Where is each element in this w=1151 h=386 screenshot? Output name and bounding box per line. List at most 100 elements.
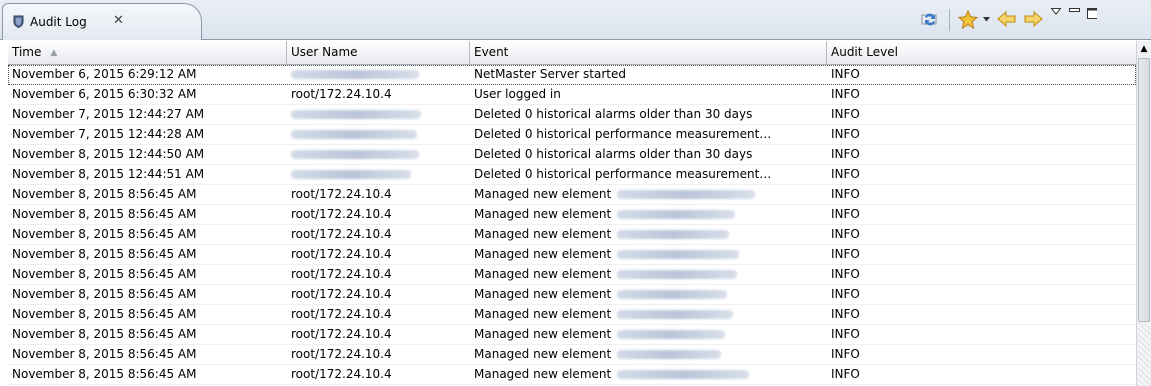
audit-level-cell: INFO (827, 345, 1136, 365)
redacted-user-name (291, 170, 411, 179)
time-cell-text: November 7, 2015 12:44:28 AM (12, 127, 205, 141)
forward-arrow-icon[interactable] (1021, 6, 1045, 32)
column-header-audit-level[interactable]: Audit Level (827, 41, 1136, 64)
table-row[interactable]: November 8, 2015 8:56:45 AM root/172.24.1… (8, 365, 1136, 385)
redacted-element-name (617, 230, 730, 239)
user-name-cell: root/172.24.10.4 (287, 185, 470, 205)
redacted-element-name (617, 190, 756, 199)
event-cell-text: User logged in (474, 87, 561, 101)
redacted-element-name (617, 210, 736, 219)
event-cell-text: Deleted 0 historical alarms older than 3… (474, 107, 753, 121)
time-cell-text: November 8, 2015 8:56:45 AM (12, 227, 197, 241)
table-row[interactable]: November 8, 2015 8:56:45 AM root/172.24.1… (8, 345, 1136, 365)
audit-level-cell: INFO (827, 125, 1136, 145)
table-row[interactable]: November 8, 2015 8:56:45 AM root/172.24.1… (8, 285, 1136, 305)
event-cell: Deleted 0 historical performance measure… (470, 165, 827, 185)
user-name-cell-text: root/172.24.10.4 (291, 347, 392, 361)
audit-level-cell-text: INFO (831, 307, 860, 321)
favorite-star-icon[interactable] (957, 6, 979, 32)
maximize-icon[interactable] (1083, 6, 1097, 34)
user-name-cell (287, 105, 470, 125)
vertical-scrollbar[interactable]: ▲ (1136, 41, 1151, 386)
time-cell-text: November 6, 2015 6:29:12 AM (12, 67, 197, 81)
audit-level-cell: INFO (827, 105, 1136, 125)
user-name-cell-text: root/172.24.10.4 (291, 267, 392, 281)
time-cell-text: November 8, 2015 8:56:45 AM (12, 207, 197, 221)
time-cell: November 8, 2015 8:56:45 AM (8, 245, 287, 265)
user-name-cell-text: root/172.24.10.4 (291, 247, 392, 261)
time-cell-text: November 8, 2015 12:44:50 AM (12, 147, 205, 161)
user-name-cell: root/172.24.10.4 (287, 245, 470, 265)
back-arrow-icon[interactable] (995, 6, 1019, 32)
audit-level-cell-text: INFO (831, 267, 860, 281)
audit-level-cell: INFO (827, 85, 1136, 105)
event-cell-text: Managed new element (474, 287, 612, 301)
table-row[interactable]: November 6, 2015 6:30:32 AM root/172.24.1… (8, 85, 1136, 105)
audit-level-cell-text: INFO (831, 107, 860, 121)
sort-ascending-icon: ▲ (50, 48, 58, 58)
time-cell-text: November 8, 2015 8:56:45 AM (12, 187, 197, 201)
table-row[interactable]: November 8, 2015 8:56:45 AM root/172.24.1… (8, 305, 1136, 325)
time-cell: November 8, 2015 8:56:45 AM (8, 305, 287, 325)
column-header-user-name[interactable]: User Name (287, 41, 470, 64)
event-cell-text: Managed new element (474, 367, 612, 381)
table-row[interactable]: November 8, 2015 8:56:45 AM root/172.24.1… (8, 265, 1136, 285)
audit-level-cell: INFO (827, 205, 1136, 225)
table-row[interactable]: November 8, 2015 8:56:45 AM root/172.24.1… (8, 225, 1136, 245)
time-cell-text: November 8, 2015 8:56:45 AM (12, 287, 197, 301)
column-header-time[interactable]: Time ▲ (8, 41, 287, 64)
redacted-element-name (617, 290, 728, 299)
event-cell-text: Managed new element (474, 307, 612, 321)
event-cell: Managed new element (470, 265, 827, 285)
column-header-event[interactable]: Event (470, 41, 827, 64)
redacted-user-name (291, 70, 419, 79)
audit-level-cell-text: INFO (831, 227, 860, 241)
scrollbar-thumb[interactable] (1138, 58, 1150, 322)
time-cell: November 8, 2015 8:56:45 AM (8, 325, 287, 345)
table-row[interactable]: November 8, 2015 12:44:50 AM Deleted 0 hi… (8, 145, 1136, 165)
event-cell: Managed new element (470, 325, 827, 345)
event-cell-text: Managed new element (474, 267, 612, 281)
audit-level-cell: INFO (827, 165, 1136, 185)
view-menu-icon[interactable] (1047, 6, 1065, 34)
event-cell-text: Managed new element (474, 347, 612, 361)
event-cell: Managed new element (470, 185, 827, 205)
audit-level-cell: INFO (827, 305, 1136, 325)
tab-audit-log[interactable]: Audit Log ✕ (2, 3, 202, 40)
audit-level-cell: INFO (827, 325, 1136, 345)
time-cell: November 8, 2015 8:56:45 AM (8, 345, 287, 365)
user-name-cell-text: root/172.24.10.4 (291, 327, 392, 341)
redacted-user-name (291, 110, 421, 119)
scrollbar-track[interactable] (1138, 323, 1150, 386)
redacted-user-name (291, 130, 417, 139)
refresh-icon[interactable] (919, 6, 941, 32)
audit-level-cell-text: INFO (831, 167, 860, 181)
event-cell: Managed new element (470, 245, 827, 265)
table-row[interactable]: November 6, 2015 6:29:12 AM NetMaster Ser… (8, 65, 1136, 85)
dropdown-triangle-icon[interactable] (981, 6, 991, 32)
event-cell-text: Managed new element (474, 227, 612, 241)
user-name-cell: root/172.24.10.4 (287, 345, 470, 365)
table-row[interactable]: November 8, 2015 8:56:45 AM root/172.24.1… (8, 185, 1136, 205)
table-row[interactable]: November 8, 2015 8:56:45 AM root/172.24.1… (8, 325, 1136, 345)
table-row[interactable]: November 7, 2015 12:44:28 AM Deleted 0 hi… (8, 125, 1136, 145)
user-name-cell-text: root/172.24.10.4 (291, 187, 392, 201)
user-name-cell: root/172.24.10.4 (287, 285, 470, 305)
table-row[interactable]: November 7, 2015 12:44:27 AM Deleted 0 hi… (8, 105, 1136, 125)
close-tab-icon[interactable]: ✕ (113, 13, 124, 28)
scroll-up-arrow-icon[interactable]: ▲ (1137, 41, 1151, 57)
event-cell-text: NetMaster Server started (474, 67, 626, 81)
minimize-icon[interactable] (1065, 6, 1083, 34)
time-cell: November 8, 2015 12:44:50 AM (8, 145, 287, 165)
time-cell: November 7, 2015 12:44:27 AM (8, 105, 287, 125)
table-row[interactable]: November 8, 2015 12:44:51 AM Deleted 0 hi… (8, 165, 1136, 185)
table-row[interactable]: November 8, 2015 8:56:45 AM root/172.24.1… (8, 245, 1136, 265)
table-row[interactable]: November 8, 2015 8:56:45 AM root/172.24.1… (8, 205, 1136, 225)
audit-level-cell: INFO (827, 245, 1136, 265)
time-cell: November 6, 2015 6:29:12 AM (8, 65, 287, 85)
time-cell-text: November 8, 2015 8:56:45 AM (12, 307, 197, 321)
audit-level-cell-text: INFO (831, 287, 860, 301)
audit-level-cell-text: INFO (831, 187, 860, 201)
event-cell-text: Deleted 0 historical performance measure… (474, 127, 772, 141)
redacted-user-name (291, 150, 419, 159)
